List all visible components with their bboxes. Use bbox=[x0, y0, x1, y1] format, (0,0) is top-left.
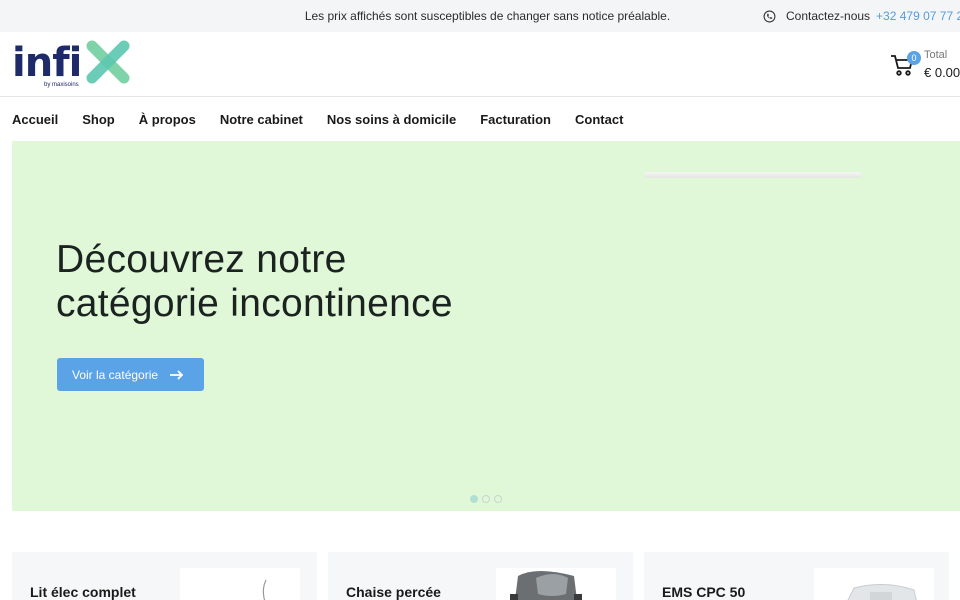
arrow-right-icon bbox=[170, 369, 184, 380]
product-card[interactable]: Chaise percée bbox=[328, 552, 633, 600]
nav-item-a-propos[interactable]: À propos bbox=[139, 112, 196, 127]
commode-chair-image bbox=[510, 571, 582, 600]
nav-item-shop[interactable]: Shop bbox=[82, 112, 115, 127]
hero-decorative-bar bbox=[644, 172, 862, 178]
hero-slider: Découvrez notre catégorie incontinence V… bbox=[12, 141, 960, 511]
hero-title-line-1: Découvrez notre bbox=[56, 238, 347, 281]
logo[interactable]: infi by maxisoins bbox=[12, 37, 134, 91]
product-card[interactable]: Lit élec complet bbox=[12, 552, 317, 600]
product-image bbox=[180, 568, 300, 600]
nav-item-notre-cabinet[interactable]: Notre cabinet bbox=[220, 112, 303, 127]
hero-title-line-2: catégorie incontinence bbox=[56, 282, 453, 325]
bed-image bbox=[262, 579, 267, 600]
main-nav: Accueil Shop À propos Notre cabinet Nos … bbox=[12, 97, 647, 141]
slider-dot-1[interactable] bbox=[470, 495, 478, 503]
slider-dot-3[interactable] bbox=[494, 495, 502, 503]
nav-item-facturation[interactable]: Facturation bbox=[480, 112, 551, 127]
site-header: infi by maxisoins 0 Total € 0.00 bbox=[0, 32, 960, 97]
view-category-button[interactable]: Voir la catégorie bbox=[57, 358, 204, 391]
product-image bbox=[814, 568, 934, 600]
nav-item-accueil[interactable]: Accueil bbox=[12, 112, 58, 127]
product-title: Lit élec complet bbox=[30, 584, 136, 600]
phone-icon bbox=[763, 10, 776, 22]
ems-device-image bbox=[847, 584, 917, 600]
hero-title: Découvrez notre catégorie incontinence bbox=[56, 238, 453, 326]
product-image bbox=[496, 568, 616, 600]
contact-info[interactable]: Contactez-nous +32 479 07 77 29 bbox=[763, 0, 960, 32]
product-title: EMS CPC 50 bbox=[662, 584, 746, 600]
cart-count-badge: 0 bbox=[907, 51, 921, 65]
nav-item-soins-domicile[interactable]: Nos soins à domicile bbox=[327, 112, 456, 127]
logo-subtitle: by maxisoins bbox=[44, 82, 79, 88]
slider-dot-2[interactable] bbox=[482, 495, 490, 503]
product-title: Chaise percée bbox=[346, 584, 441, 600]
view-category-label: Voir la catégorie bbox=[72, 367, 159, 382]
logo-x-mark bbox=[86, 40, 130, 84]
cart-total-label: Total bbox=[924, 49, 948, 61]
phone-link[interactable]: +32 479 07 77 29 bbox=[876, 9, 960, 23]
cart-total-value: € 0.00 bbox=[924, 65, 960, 80]
product-cards: Lit élec complet Chaise percée EMS CPC 5… bbox=[12, 552, 960, 600]
top-bar: Les prix affichés sont susceptibles de c… bbox=[0, 0, 960, 32]
slider-dots bbox=[470, 495, 502, 503]
nav-item-contact[interactable]: Contact bbox=[575, 112, 623, 127]
contact-label: Contactez-nous bbox=[786, 9, 871, 23]
product-card[interactable]: EMS CPC 50 bbox=[644, 552, 949, 600]
